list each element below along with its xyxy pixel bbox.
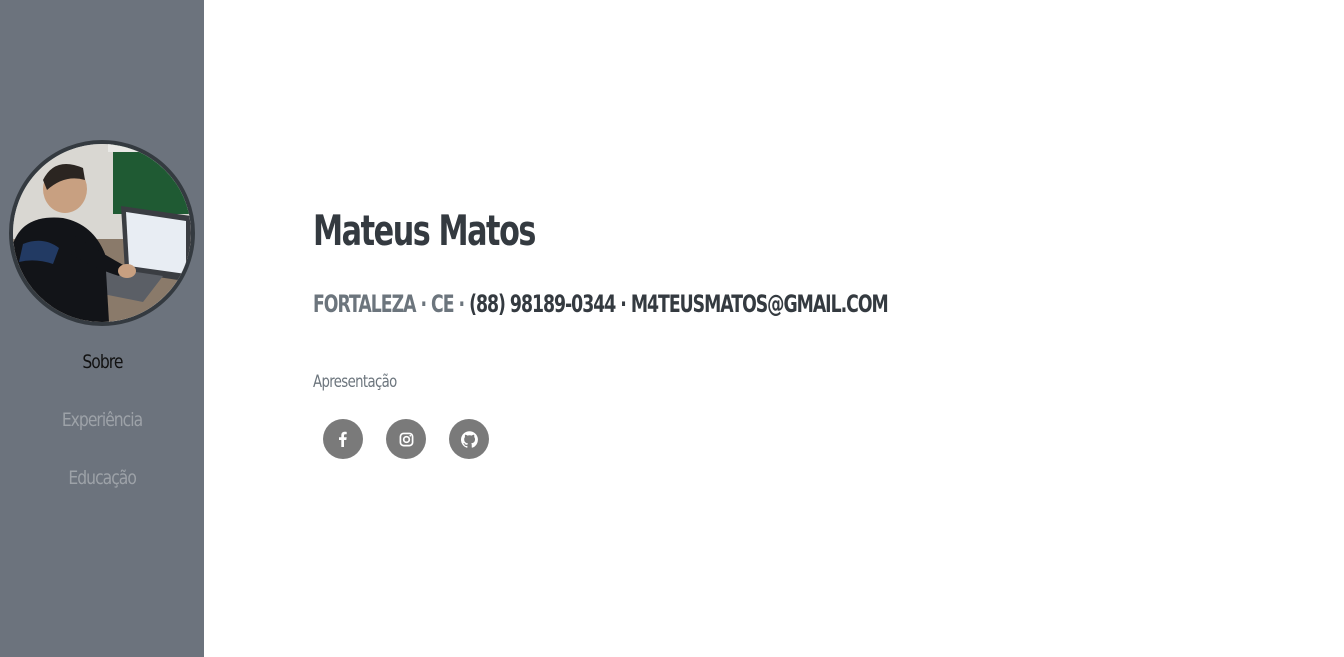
contact-city: FORTALEZA · CE · (313, 290, 465, 318)
contact-separator: · (620, 290, 627, 318)
contact-line: FORTALEZA · CE · (88) 98189-0344 · M4TEU… (313, 290, 889, 318)
main-content: Mateus Matos FORTALEZA · CE · (88) 98189… (313, 0, 1313, 657)
nav-item-educacao: Educação (0, 456, 204, 514)
nav-link-educacao[interactable]: Educação (68, 456, 136, 500)
facebook-icon (339, 431, 347, 447)
github-icon (460, 430, 478, 448)
facebook-button[interactable] (323, 419, 363, 459)
nav-link-sobre[interactable]: Sobre (82, 340, 123, 384)
nav-item-experiencia: Experiência (0, 398, 204, 456)
github-button[interactable] (449, 419, 489, 459)
nav-link-experiencia[interactable]: Experiência (62, 398, 143, 442)
social-links (323, 419, 489, 459)
presentation-text: Apresentação (313, 372, 397, 392)
nav-item-sobre: Sobre (0, 340, 204, 398)
avatar (9, 140, 195, 326)
instagram-icon (399, 432, 413, 446)
sidebar-nav: Sobre Experiência Educação (0, 340, 204, 514)
page-title: Mateus Matos (313, 206, 536, 255)
contact-phone: (88) 98189-0344 (469, 290, 616, 318)
profile-photo (13, 144, 191, 322)
instagram-button[interactable] (386, 419, 426, 459)
sidebar: Sobre Experiência Educação (0, 0, 204, 657)
contact-email[interactable]: M4TEUSMATOS@GMAIL.COM (631, 290, 889, 318)
